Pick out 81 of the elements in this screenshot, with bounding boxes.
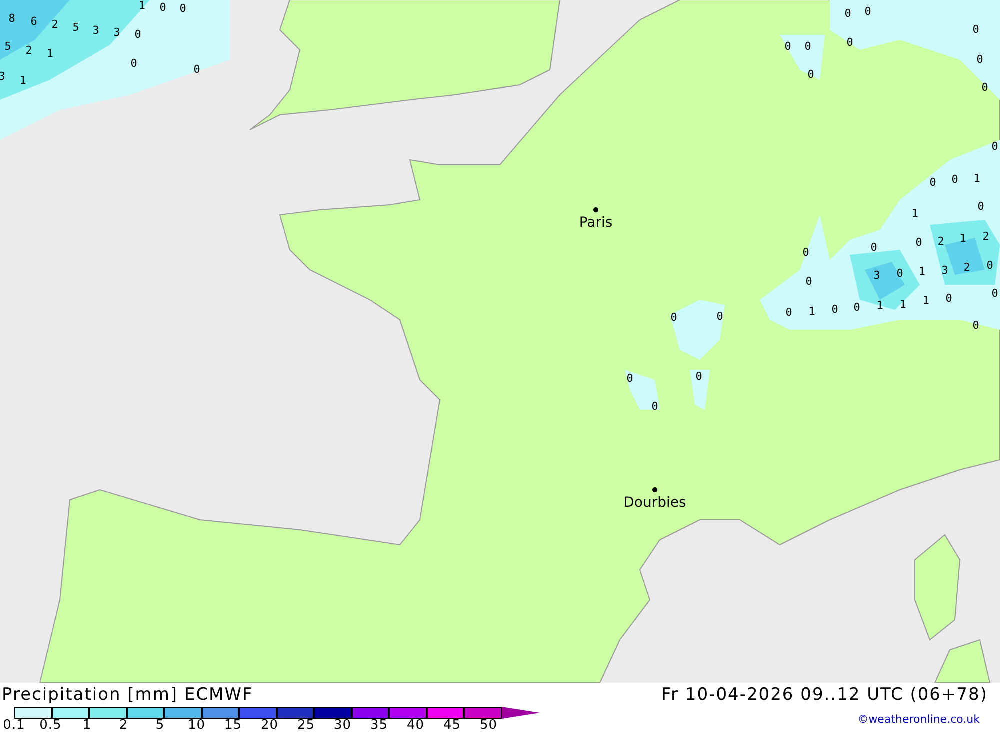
precip-value: 1	[900, 298, 906, 311]
legend-label: 15	[223, 719, 244, 733]
precip-value: 3	[92, 24, 100, 37]
precip-value: 0	[808, 68, 814, 81]
legend-label: 25	[296, 719, 316, 733]
precip-value: 0	[976, 53, 984, 66]
precip-value: 6	[30, 15, 38, 28]
precip-value: 0	[652, 400, 658, 413]
city-marker-icon	[652, 488, 658, 492]
precip-value: 0	[972, 23, 980, 36]
precip-value: 1	[974, 172, 980, 185]
precip-value: 0	[930, 176, 936, 189]
precip-value: 0	[696, 370, 702, 383]
credit-link[interactable]: ©weatheronline.co.uk	[858, 713, 980, 726]
precip-value: 0	[802, 246, 810, 259]
precip-value: 5	[4, 40, 12, 53]
precip-value: 0	[864, 5, 872, 18]
legend-arrow-icon	[502, 707, 540, 719]
legend-label: 1	[82, 719, 93, 733]
precip-value: 2	[938, 235, 944, 248]
forecast-time: Fr 10-04-2026 09..12 UTC (06+78)	[662, 685, 988, 705]
legend-label: 35	[369, 719, 390, 733]
precip-value: 0	[806, 275, 812, 288]
precip-value: 0	[982, 81, 988, 94]
legend-label: 40	[406, 719, 426, 733]
precip-value: 3	[942, 264, 948, 277]
legend-label: 50	[478, 719, 499, 733]
precip-value: 0	[130, 57, 138, 70]
precip-value: 1	[46, 47, 54, 60]
precip-value: 0	[786, 306, 792, 319]
precip-value: 0	[134, 28, 142, 41]
precip-value: 5	[72, 21, 80, 34]
precip-value: 0	[832, 303, 838, 316]
precip-value: 0	[972, 319, 980, 332]
precip-value: 0	[916, 236, 922, 249]
precip-value: 0	[194, 63, 200, 76]
precip-value: 1	[808, 305, 816, 318]
precip-value: 1	[20, 74, 26, 87]
precip-value: 1	[876, 299, 884, 312]
legend-label: 20	[260, 719, 280, 733]
legend-label: 30	[332, 719, 353, 733]
precip-value: 1	[912, 207, 918, 220]
precip-value: 1	[138, 0, 146, 12]
precip-value: 0	[784, 40, 792, 53]
precip-value: 2	[964, 261, 970, 274]
precip-value: 2	[26, 44, 32, 57]
precip-value: 0	[180, 2, 186, 15]
precip-value: 0	[670, 311, 678, 324]
precip-value: 0	[992, 287, 998, 300]
precip-value: 3	[874, 269, 880, 282]
precip-value: 0	[844, 7, 852, 20]
legend-label: 45	[442, 719, 462, 733]
precip-value: 0	[952, 173, 958, 186]
city-marker-icon	[594, 208, 598, 212]
precip-value: 1	[960, 232, 966, 245]
precip-value: 0	[896, 267, 904, 280]
map-title: Precipitation [mm] ECMWF	[2, 685, 254, 705]
legend-label: 5	[154, 719, 166, 733]
precip-value: 0	[626, 372, 634, 385]
precip-value: 0	[804, 40, 812, 53]
legend-label: 2	[118, 719, 130, 733]
precip-value: 0	[854, 301, 860, 314]
legend-label: 10	[186, 719, 207, 733]
city-label: Dourbies	[624, 495, 686, 511]
precip-value: 1	[918, 265, 926, 278]
precip-value: 0	[870, 241, 878, 254]
precip-value: 2	[982, 230, 990, 243]
precip-value: 0	[846, 36, 854, 49]
precip-value: 0	[978, 200, 984, 213]
precip-value: 0	[716, 310, 724, 323]
precip-value: 0	[946, 292, 952, 305]
precip-value: 0	[986, 259, 994, 272]
precip-value: 2	[52, 18, 58, 31]
precip-value: 0	[160, 1, 166, 14]
precip-value: 8	[8, 12, 16, 25]
legend-label: 0.1	[2, 719, 26, 733]
legend-label: 0.5	[38, 719, 63, 733]
precip-value: 1	[922, 294, 930, 307]
precip-value: 0	[992, 140, 998, 153]
precip-value: 3	[114, 26, 120, 39]
city-label: Paris	[579, 215, 613, 231]
